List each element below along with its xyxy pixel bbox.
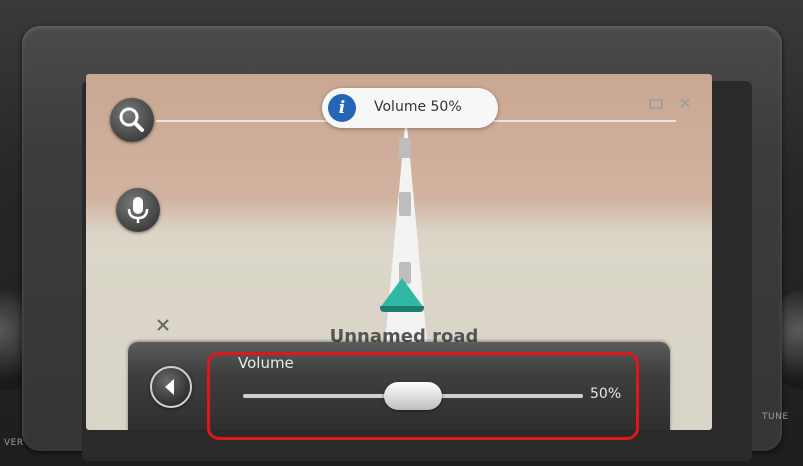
volume-slider-thumb[interactable] — [384, 382, 442, 410]
volume-panel: Volume 50% — [128, 342, 670, 430]
map-marker-icon — [157, 319, 169, 331]
search-button[interactable] — [110, 98, 154, 142]
toast-text: Volume 50% — [374, 99, 462, 115]
car-dashboard: i Volume 50% Unnamed road Volume 50% VER… — [0, 0, 803, 466]
map-view-icon[interactable] — [648, 96, 664, 110]
search-icon — [119, 107, 144, 132]
volume-toast: i Volume 50% — [322, 88, 498, 128]
close-icon[interactable] — [678, 96, 694, 110]
volume-value: 50% — [590, 386, 622, 402]
tune-label: TUNE — [762, 412, 789, 422]
mute-button[interactable] — [150, 366, 192, 408]
voice-button[interactable] — [116, 188, 160, 232]
power-label: VER — [4, 438, 24, 448]
info-icon: i — [328, 94, 356, 122]
speaker-icon — [165, 379, 174, 395]
volume-title: Volume — [238, 354, 294, 372]
current-position-arrow — [380, 278, 424, 308]
navigation-screen: i Volume 50% Unnamed road Volume 50% — [86, 74, 712, 430]
microphone-icon — [127, 197, 149, 223]
